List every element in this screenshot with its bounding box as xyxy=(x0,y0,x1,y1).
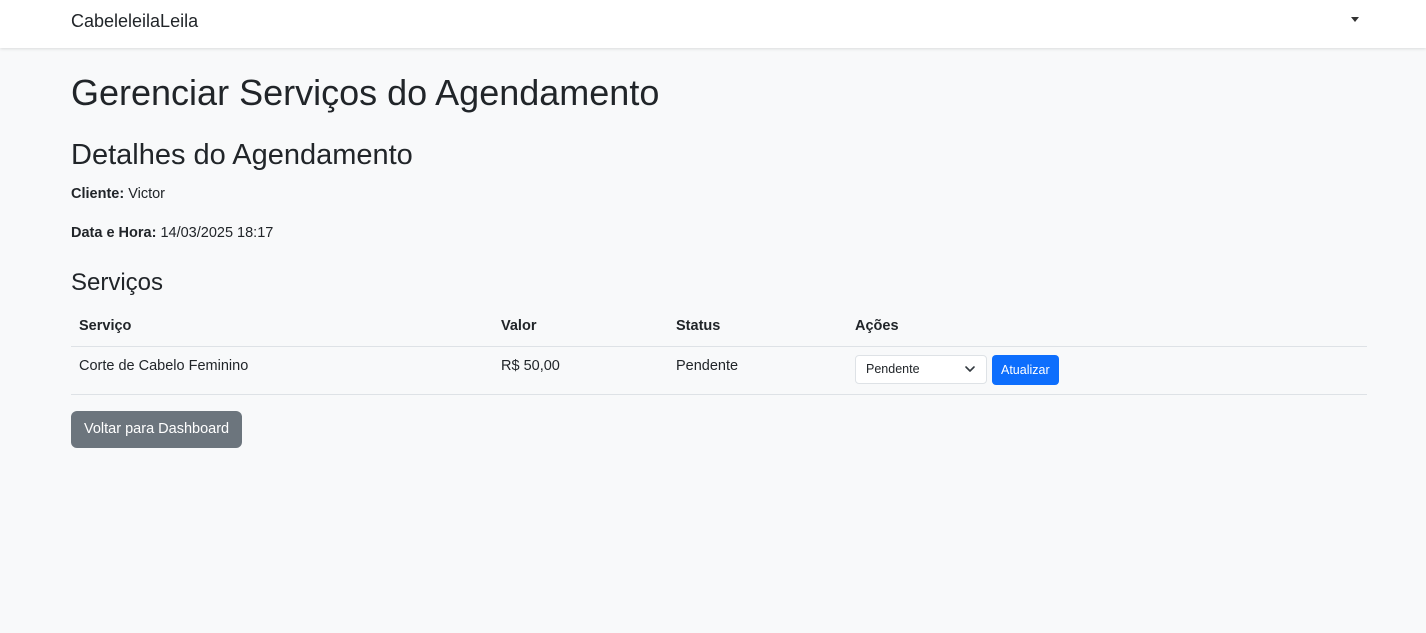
details-heading: Detalhes do Agendamento xyxy=(71,139,413,171)
service-status-cell: Pendente xyxy=(668,346,847,395)
page-title: Gerenciar Serviços do Agendamento xyxy=(71,72,660,113)
caret-down-icon xyxy=(1351,16,1359,22)
column-header-service: Serviço xyxy=(71,307,493,347)
datetime-label: Data e Hora: xyxy=(71,225,157,241)
column-header-status: Status xyxy=(668,307,847,347)
client-info: Cliente: Victor xyxy=(71,186,165,202)
status-select-value: Pendente xyxy=(866,362,920,376)
services-heading: Serviços xyxy=(71,269,164,296)
back-to-dashboard-button[interactable]: Voltar para Dashboard xyxy=(71,411,243,448)
client-label: Cliente: xyxy=(71,186,125,202)
services-table: Serviço Valor Status Ações Corte de Cabe… xyxy=(71,307,1367,395)
column-header-actions: Ações xyxy=(847,307,1367,347)
navbar: CabeleleilaLeila xyxy=(0,0,1426,48)
navbar-brand[interactable]: CabeleleilaLeila xyxy=(71,11,198,32)
chevron-down-icon xyxy=(965,366,975,372)
client-value: Victor xyxy=(128,186,166,202)
status-select[interactable]: Pendente xyxy=(855,354,987,384)
service-value-cell: R$ 50,00 xyxy=(493,346,668,395)
nav-dropdown-toggle[interactable] xyxy=(1344,8,1366,30)
datetime-value: 14/03/2025 18:17 xyxy=(160,225,274,241)
datetime-info: Data e Hora: 14/03/2025 18:17 xyxy=(71,225,273,241)
table-header-row: Serviço Valor Status Ações xyxy=(71,307,1367,347)
service-actions-cell: Pendente Atualizar xyxy=(847,346,1367,395)
column-header-value: Valor xyxy=(493,307,668,347)
update-button[interactable]: Atualizar xyxy=(992,354,1059,385)
service-name-cell: Corte de Cabelo Feminino xyxy=(71,346,493,395)
table-row: Corte de Cabelo Feminino R$ 50,00 Penden… xyxy=(71,346,1367,395)
